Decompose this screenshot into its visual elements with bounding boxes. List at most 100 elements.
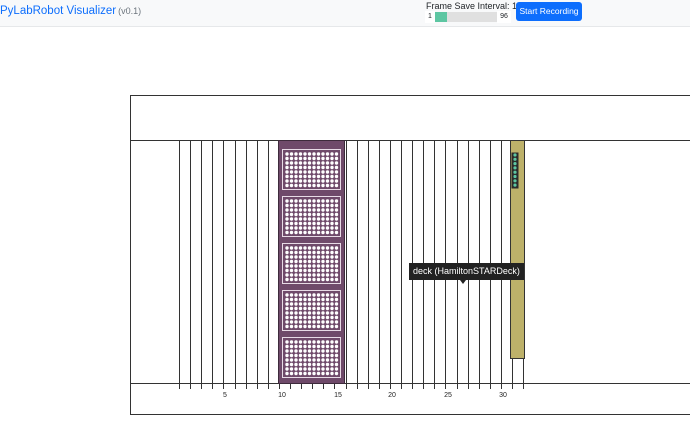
well[interactable] (285, 340, 289, 344)
well[interactable] (298, 217, 303, 221)
well[interactable] (330, 217, 334, 221)
well[interactable] (334, 183, 339, 188)
well[interactable] (325, 340, 330, 344)
well[interactable] (334, 203, 339, 208)
well[interactable] (307, 349, 312, 353)
well[interactable] (303, 324, 307, 329)
well[interactable] (285, 230, 289, 235)
well[interactable] (334, 250, 339, 255)
well[interactable] (316, 358, 321, 362)
well[interactable] (334, 161, 339, 165)
well[interactable] (316, 212, 321, 217)
well[interactable] (330, 367, 334, 371)
well[interactable] (298, 250, 303, 255)
well[interactable] (312, 246, 316, 250)
well[interactable] (307, 170, 312, 174)
well[interactable] (330, 259, 334, 264)
well[interactable] (285, 358, 289, 362)
well[interactable] (294, 183, 298, 188)
well[interactable] (316, 255, 321, 259)
well[interactable] (330, 221, 334, 226)
well[interactable] (316, 203, 321, 208)
well[interactable] (334, 217, 339, 221)
well[interactable] (289, 183, 294, 188)
well[interactable] (303, 320, 307, 324)
well[interactable] (334, 156, 339, 161)
well[interactable] (325, 246, 330, 250)
well[interactable] (334, 259, 339, 264)
well[interactable] (316, 268, 321, 273)
well[interactable] (307, 208, 312, 212)
well[interactable] (307, 306, 312, 311)
well[interactable] (334, 273, 339, 277)
well[interactable] (321, 226, 325, 230)
well[interactable] (303, 199, 307, 203)
well[interactable] (321, 340, 325, 344)
well[interactable] (298, 156, 303, 161)
well[interactable] (285, 297, 289, 302)
well[interactable] (334, 353, 339, 358)
well[interactable] (307, 320, 312, 324)
well[interactable] (289, 208, 294, 212)
well[interactable] (325, 165, 330, 170)
well[interactable] (312, 208, 316, 212)
well[interactable] (325, 152, 330, 156)
well[interactable] (334, 246, 339, 250)
well[interactable] (298, 344, 303, 349)
well[interactable] (316, 183, 321, 188)
well[interactable] (307, 371, 312, 376)
well[interactable] (298, 170, 303, 174)
well[interactable] (325, 367, 330, 371)
well[interactable] (321, 161, 325, 165)
well[interactable] (303, 170, 307, 174)
well[interactable] (321, 297, 325, 302)
slider-track[interactable] (435, 12, 497, 22)
well[interactable] (316, 199, 321, 203)
well[interactable] (307, 156, 312, 161)
well[interactable] (303, 165, 307, 170)
well[interactable] (294, 226, 298, 230)
frame-save-interval-slider[interactable]: 1 96 (425, 11, 511, 23)
well[interactable] (303, 152, 307, 156)
well[interactable] (294, 203, 298, 208)
well[interactable] (289, 349, 294, 353)
well[interactable] (316, 349, 321, 353)
well[interactable] (334, 371, 339, 376)
well[interactable] (303, 217, 307, 221)
well[interactable] (312, 259, 316, 264)
well[interactable] (285, 156, 289, 161)
well[interactable] (307, 165, 312, 170)
well[interactable] (325, 353, 330, 358)
well[interactable] (289, 268, 294, 273)
well[interactable] (289, 156, 294, 161)
well[interactable] (303, 230, 307, 235)
slider-thumb[interactable] (435, 12, 447, 22)
well[interactable] (307, 230, 312, 235)
well[interactable] (289, 255, 294, 259)
well[interactable] (294, 170, 298, 174)
well[interactable] (303, 183, 307, 188)
well[interactable] (330, 174, 334, 179)
well[interactable] (298, 306, 303, 311)
tip[interactable] (513, 162, 517, 166)
well[interactable] (312, 268, 316, 273)
well[interactable] (334, 302, 339, 306)
well[interactable] (303, 208, 307, 212)
well[interactable] (307, 344, 312, 349)
well[interactable] (298, 268, 303, 273)
well[interactable] (294, 367, 298, 371)
well[interactable] (316, 230, 321, 235)
well[interactable] (316, 320, 321, 324)
well[interactable] (303, 367, 307, 371)
well[interactable] (316, 208, 321, 212)
well[interactable] (298, 324, 303, 329)
well[interactable] (307, 217, 312, 221)
well[interactable] (321, 179, 325, 183)
well[interactable] (334, 208, 339, 212)
well[interactable] (330, 353, 334, 358)
well[interactable] (285, 264, 289, 268)
well[interactable] (312, 179, 316, 183)
well[interactable] (307, 203, 312, 208)
well[interactable] (294, 277, 298, 282)
well[interactable] (307, 358, 312, 362)
